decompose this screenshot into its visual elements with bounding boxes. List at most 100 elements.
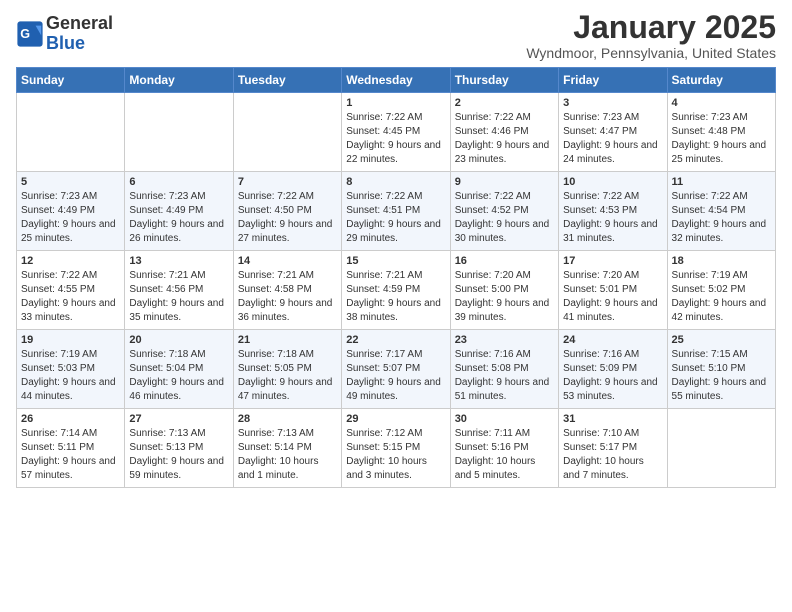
page-container: G General Blue January 2025 Wyndmoor, Pe… bbox=[0, 0, 792, 504]
calendar-cell: 10 Sunrise: 7:22 AMSunset: 4:53 PMDayligh… bbox=[559, 172, 667, 251]
calendar-cell: 2 Sunrise: 7:22 AMSunset: 4:46 PMDaylight… bbox=[450, 93, 558, 172]
day-number: 2 bbox=[455, 97, 554, 109]
calendar-cell: 18Sunrise: 7:19 AMSunset: 5:02 PMDayligh… bbox=[667, 251, 775, 330]
calendar-week-row: 19 Sunrise: 7:19 AMSunset: 5:03 PMDayligh… bbox=[17, 330, 776, 409]
cell-info: Sunrise: 7:22 AMSunset: 4:53 PMDaylight:… bbox=[563, 190, 662, 246]
cell-info: Sunrise: 7:22 AMSunset: 4:50 PMDaylight:… bbox=[238, 190, 337, 246]
day-number: 21 bbox=[238, 334, 337, 346]
cell-info: Sunrise: 7:23 AMSunset: 4:49 PMDaylight:… bbox=[129, 190, 228, 246]
day-number: 28 bbox=[238, 413, 337, 425]
calendar-cell: 11 Sunrise: 7:22 AMSunset: 4:54 PMDayligh… bbox=[667, 172, 775, 251]
cell-info: Sunrise: 7:23 AMSunset: 4:49 PMDaylight:… bbox=[21, 190, 120, 246]
calendar-table: SundayMondayTuesdayWednesdayThursdayFrid… bbox=[16, 67, 776, 488]
calendar-cell: 9Sunrise: 7:22 AMSunset: 4:52 PMDaylight… bbox=[450, 172, 558, 251]
cell-info: Sunrise: 7:13 AMSunset: 5:13 PMDaylight:… bbox=[129, 427, 228, 483]
cell-info: Sunrise: 7:22 AMSunset: 4:46 PMDaylight:… bbox=[455, 111, 554, 167]
calendar-week-row: 26 Sunrise: 7:14 AMSunset: 5:11 PMDayligh… bbox=[17, 409, 776, 488]
day-number: 12 bbox=[21, 255, 120, 267]
weekday-header: Thursday bbox=[450, 68, 558, 93]
logo-text: General Blue bbox=[46, 14, 113, 54]
cell-info: Sunrise: 7:20 AMSunset: 5:00 PMDaylight:… bbox=[455, 269, 554, 325]
calendar-cell: 8Sunrise: 7:22 AMSunset: 4:51 PMDaylight… bbox=[342, 172, 450, 251]
calendar-cell: 5Sunrise: 7:23 AMSunset: 4:49 PMDaylight… bbox=[17, 172, 125, 251]
day-number: 26 bbox=[21, 413, 120, 425]
header-row: SundayMondayTuesdayWednesdayThursdayFrid… bbox=[17, 68, 776, 93]
day-number: 14 bbox=[238, 255, 337, 267]
calendar-cell: 26 Sunrise: 7:14 AMSunset: 5:11 PMDayligh… bbox=[17, 409, 125, 488]
month-title: January 2025 bbox=[526, 10, 776, 45]
day-number: 30 bbox=[455, 413, 554, 425]
calendar-cell: 16 Sunrise: 7:20 AMSunset: 5:00 PMDayligh… bbox=[450, 251, 558, 330]
calendar-cell: 1Sunrise: 7:22 AMSunset: 4:45 PMDaylight… bbox=[342, 93, 450, 172]
weekday-header: Wednesday bbox=[342, 68, 450, 93]
cell-info: Sunrise: 7:22 AMSunset: 4:55 PMDaylight:… bbox=[21, 269, 120, 325]
cell-info: Sunrise: 7:16 AMSunset: 5:08 PMDaylight:… bbox=[455, 348, 554, 404]
cell-info: Sunrise: 7:12 AMSunset: 5:15 PMDaylight:… bbox=[346, 427, 445, 483]
logo-icon: G bbox=[16, 20, 44, 48]
day-number: 25 bbox=[672, 334, 771, 346]
calendar-cell: 23Sunrise: 7:16 AMSunset: 5:08 PMDayligh… bbox=[450, 330, 558, 409]
day-number: 27 bbox=[129, 413, 228, 425]
calendar-cell bbox=[667, 409, 775, 488]
calendar-cell: 27 Sunrise: 7:13 AMSunset: 5:13 PMDayligh… bbox=[125, 409, 233, 488]
day-number: 7 bbox=[238, 176, 337, 188]
cell-info: Sunrise: 7:10 AMSunset: 5:17 PMDaylight:… bbox=[563, 427, 662, 483]
cell-info: Sunrise: 7:22 AMSunset: 4:51 PMDaylight:… bbox=[346, 190, 445, 246]
day-number: 15 bbox=[346, 255, 445, 267]
logo: G General Blue bbox=[16, 14, 113, 54]
calendar-cell: 6 Sunrise: 7:23 AMSunset: 4:49 PMDaylight… bbox=[125, 172, 233, 251]
day-number: 10 bbox=[563, 176, 662, 188]
cell-info: Sunrise: 7:23 AMSunset: 4:48 PMDaylight:… bbox=[672, 111, 771, 167]
day-number: 29 bbox=[346, 413, 445, 425]
weekday-header: Saturday bbox=[667, 68, 775, 93]
cell-info: Sunrise: 7:21 AMSunset: 4:58 PMDaylight:… bbox=[238, 269, 337, 325]
cell-info: Sunrise: 7:19 AMSunset: 5:02 PMDaylight:… bbox=[672, 269, 771, 325]
calendar-cell bbox=[17, 93, 125, 172]
cell-info: Sunrise: 7:20 AMSunset: 5:01 PMDaylight:… bbox=[563, 269, 662, 325]
calendar-cell: 3Sunrise: 7:23 AMSunset: 4:47 PMDaylight… bbox=[559, 93, 667, 172]
day-number: 11 bbox=[672, 176, 771, 188]
day-number: 31 bbox=[563, 413, 662, 425]
day-number: 17 bbox=[563, 255, 662, 267]
calendar-cell: 20 Sunrise: 7:18 AMSunset: 5:04 PMDayligh… bbox=[125, 330, 233, 409]
calendar-week-row: 1Sunrise: 7:22 AMSunset: 4:45 PMDaylight… bbox=[17, 93, 776, 172]
cell-info: Sunrise: 7:13 AMSunset: 5:14 PMDaylight:… bbox=[238, 427, 337, 483]
cell-info: Sunrise: 7:19 AMSunset: 5:03 PMDaylight:… bbox=[21, 348, 120, 404]
cell-info: Sunrise: 7:18 AMSunset: 5:05 PMDaylight:… bbox=[238, 348, 337, 404]
calendar-cell: 13 Sunrise: 7:21 AMSunset: 4:56 PMDayligh… bbox=[125, 251, 233, 330]
weekday-header: Tuesday bbox=[233, 68, 341, 93]
day-number: 4 bbox=[672, 97, 771, 109]
day-number: 6 bbox=[129, 176, 228, 188]
calendar-cell: 22Sunrise: 7:17 AMSunset: 5:07 PMDayligh… bbox=[342, 330, 450, 409]
cell-info: Sunrise: 7:15 AMSunset: 5:10 PMDaylight:… bbox=[672, 348, 771, 404]
cell-info: Sunrise: 7:18 AMSunset: 5:04 PMDaylight:… bbox=[129, 348, 228, 404]
cell-info: Sunrise: 7:21 AMSunset: 4:59 PMDaylight:… bbox=[346, 269, 445, 325]
day-number: 19 bbox=[21, 334, 120, 346]
day-number: 20 bbox=[129, 334, 228, 346]
cell-info: Sunrise: 7:22 AMSunset: 4:54 PMDaylight:… bbox=[672, 190, 771, 246]
calendar-cell: 24Sunrise: 7:16 AMSunset: 5:09 PMDayligh… bbox=[559, 330, 667, 409]
weekday-header: Friday bbox=[559, 68, 667, 93]
calendar-week-row: 12 Sunrise: 7:22 AMSunset: 4:55 PMDayligh… bbox=[17, 251, 776, 330]
day-number: 13 bbox=[129, 255, 228, 267]
day-number: 3 bbox=[563, 97, 662, 109]
day-number: 16 bbox=[455, 255, 554, 267]
day-number: 9 bbox=[455, 176, 554, 188]
weekday-header: Sunday bbox=[17, 68, 125, 93]
calendar-cell: 7 Sunrise: 7:22 AMSunset: 4:50 PMDaylight… bbox=[233, 172, 341, 251]
calendar-cell: 31 Sunrise: 7:10 AMSunset: 5:17 PMDayligh… bbox=[559, 409, 667, 488]
calendar-cell: 21 Sunrise: 7:18 AMSunset: 5:05 PMDayligh… bbox=[233, 330, 341, 409]
location-subtitle: Wyndmoor, Pennsylvania, United States bbox=[526, 45, 776, 61]
calendar-cell: 30 Sunrise: 7:11 AMSunset: 5:16 PMDayligh… bbox=[450, 409, 558, 488]
calendar-cell: 19 Sunrise: 7:19 AMSunset: 5:03 PMDayligh… bbox=[17, 330, 125, 409]
calendar-cell: 12 Sunrise: 7:22 AMSunset: 4:55 PMDayligh… bbox=[17, 251, 125, 330]
day-number: 22 bbox=[346, 334, 445, 346]
day-number: 24 bbox=[563, 334, 662, 346]
calendar-cell: 15 Sunrise: 7:21 AMSunset: 4:59 PMDayligh… bbox=[342, 251, 450, 330]
cell-info: Sunrise: 7:11 AMSunset: 5:16 PMDaylight:… bbox=[455, 427, 554, 483]
cell-info: Sunrise: 7:22 AMSunset: 4:45 PMDaylight:… bbox=[346, 111, 445, 167]
cell-info: Sunrise: 7:14 AMSunset: 5:11 PMDaylight:… bbox=[21, 427, 120, 483]
calendar-cell bbox=[233, 93, 341, 172]
title-block: January 2025 Wyndmoor, Pennsylvania, Uni… bbox=[526, 10, 776, 61]
cell-info: Sunrise: 7:21 AMSunset: 4:56 PMDaylight:… bbox=[129, 269, 228, 325]
